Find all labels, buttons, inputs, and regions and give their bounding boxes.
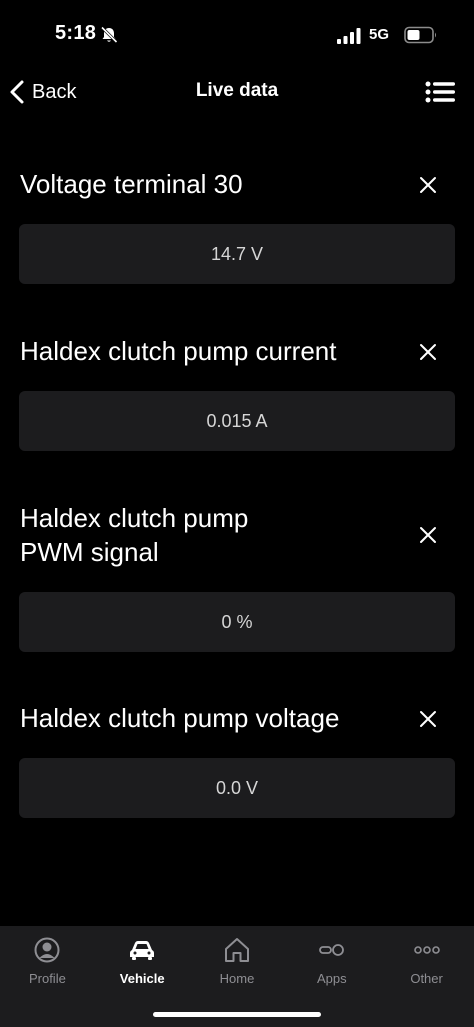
parameter-title: Haldex clutch pump voltage	[20, 703, 340, 733]
tab-label: Other	[410, 971, 443, 986]
parameter-value: 14.7 V	[19, 224, 455, 284]
close-icon[interactable]	[414, 521, 442, 549]
parameter-value: 0 %	[19, 592, 455, 652]
apps-icon	[318, 944, 344, 956]
tab-home[interactable]: Home	[190, 926, 285, 996]
close-icon[interactable]	[414, 171, 442, 199]
network-label: 5G	[369, 26, 390, 43]
nav-bar: Back Live data	[0, 70, 474, 114]
tab-label: Apps	[316, 971, 347, 986]
parameter-value: 0.015 A	[19, 391, 455, 451]
status-bar: 5:18 5G	[0, 0, 474, 70]
more-icon	[413, 946, 440, 954]
tab-profile[interactable]: Profile	[0, 926, 95, 996]
status-time: 5:18	[55, 22, 97, 44]
close-icon[interactable]	[414, 338, 442, 366]
parameter-title: Haldex clutch pump PWM signal	[20, 503, 249, 567]
parameter-value: 0.0 V	[19, 758, 455, 818]
tab-other[interactable]: Other	[379, 926, 474, 996]
tab-label: Vehicle	[119, 971, 165, 986]
home-indicator	[153, 1012, 321, 1017]
battery-icon	[404, 26, 436, 44]
chevron-left-icon	[10, 80, 24, 104]
back-button[interactable]: Back	[8, 70, 76, 114]
back-label: Back	[32, 80, 77, 103]
tab-apps[interactable]: Apps	[284, 926, 379, 996]
tab-label: Profile	[28, 971, 66, 986]
bell-slash-icon	[100, 26, 118, 44]
cellular-signal-icon	[337, 28, 361, 44]
parameter-title: Voltage terminal 30	[20, 169, 243, 199]
parameter-title: Haldex clutch pump current	[20, 336, 337, 366]
tab-vehicle[interactable]: Vehicle	[95, 926, 190, 996]
car-icon	[130, 941, 155, 960]
house-icon	[224, 938, 249, 962]
close-icon[interactable]	[414, 705, 442, 733]
list-icon[interactable]	[420, 76, 460, 108]
person-circle-icon	[34, 937, 60, 963]
tab-label: Home	[219, 971, 255, 986]
